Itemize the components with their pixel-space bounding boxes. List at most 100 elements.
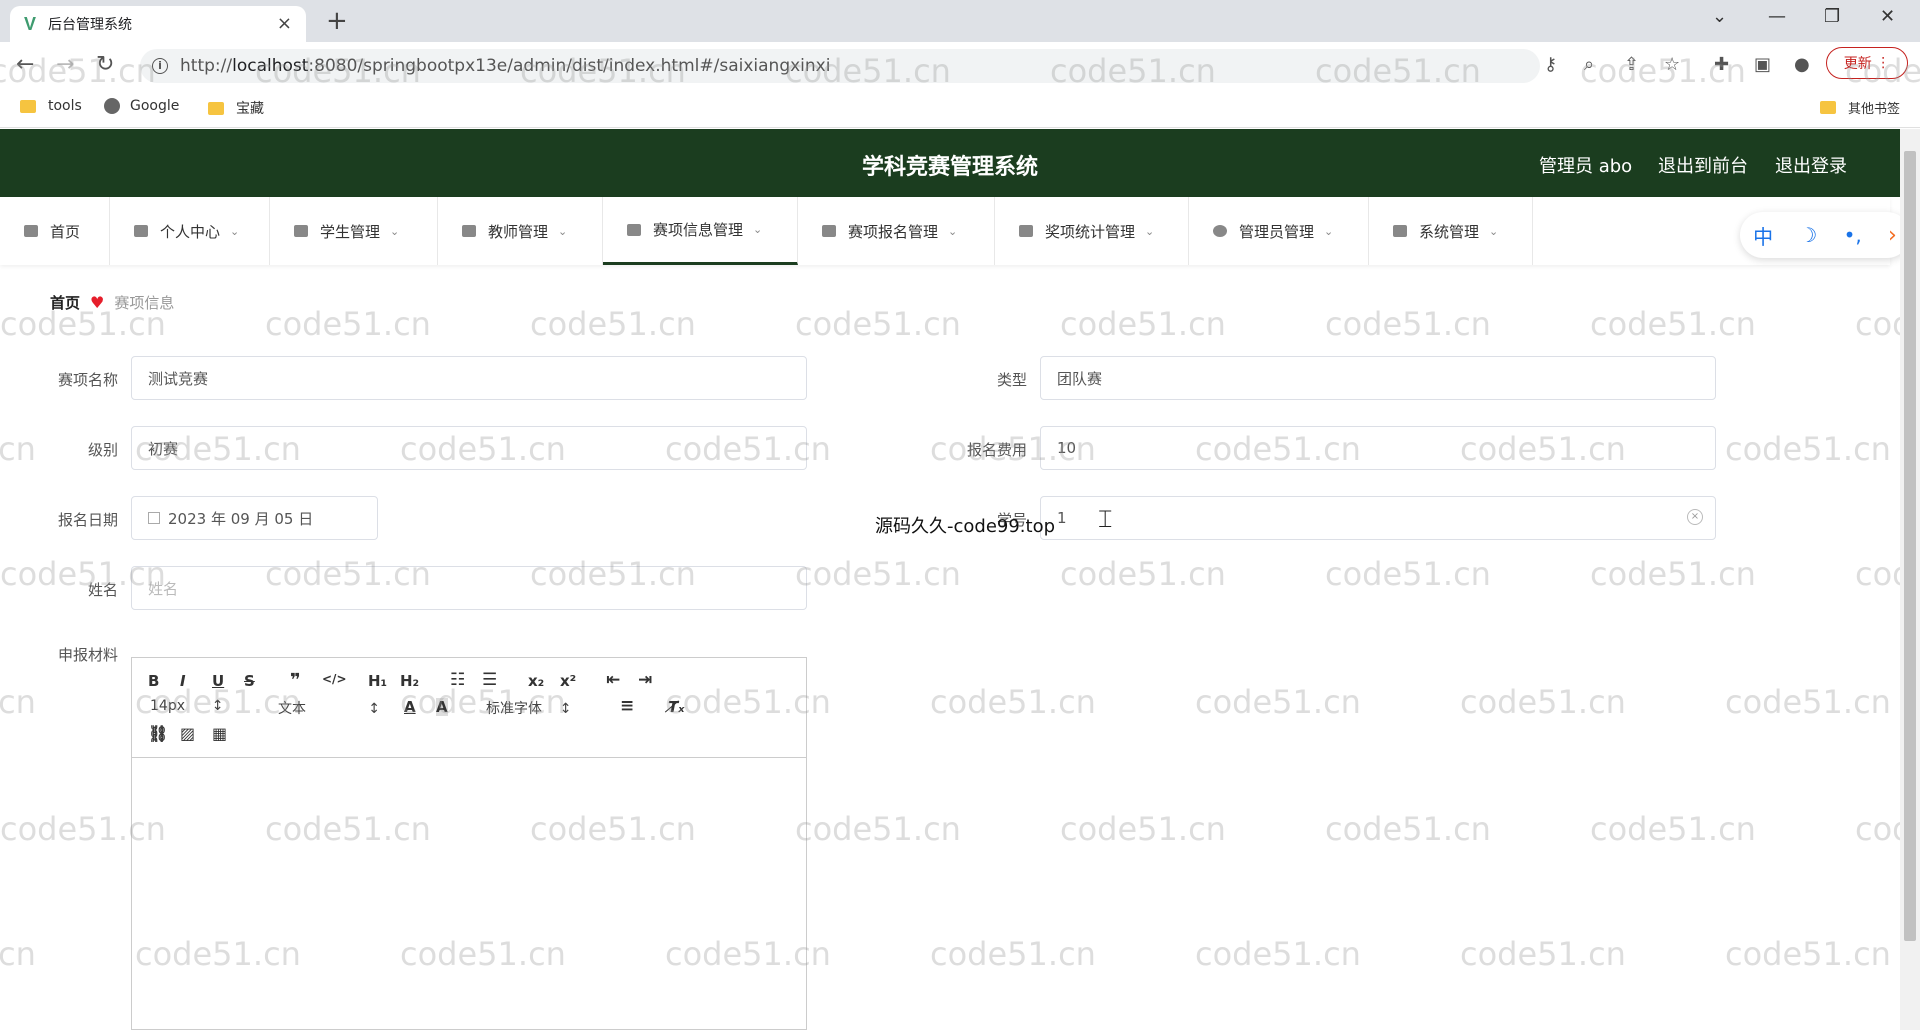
restore-icon[interactable]: ❐ (1824, 6, 1840, 27)
font-size-select[interactable]: 14px ↕ (150, 698, 223, 714)
strikethrough-icon[interactable]: S (244, 672, 255, 690)
back-to-front-link[interactable]: 退出到前台 (1658, 152, 1748, 178)
breadcrumb-home[interactable]: 首页 (50, 292, 80, 313)
toolbox-icon (1393, 225, 1407, 237)
ordered-list-icon[interactable]: ☷ (450, 670, 465, 690)
bookmark-tools[interactable]: tools (20, 98, 82, 114)
material-label: 申报材料 (57, 646, 118, 664)
editor-body[interactable] (132, 758, 806, 1030)
chevron-right-icon[interactable]: › (1888, 223, 1897, 248)
bookmark-google[interactable]: Google (104, 98, 179, 114)
forward-icon[interactable]: → (56, 52, 74, 77)
level-field[interactable]: 初赛 (131, 426, 807, 470)
browser-tab[interactable]: V 后台管理系统 × (10, 6, 306, 42)
close-tab-icon[interactable]: × (277, 13, 292, 34)
indent-icon[interactable]: ⇥ (638, 670, 652, 690)
menu-admin[interactable]: 管理员管理 ⌄ (1189, 197, 1369, 265)
language-widget[interactable]: 中 ☽ •, › (1740, 212, 1910, 258)
type-label: 类型 (996, 371, 1027, 389)
update-button[interactable]: 更新 ⋮ (1826, 47, 1908, 79)
star-icon[interactable]: ☆ (1664, 54, 1680, 75)
chevron-down-icon: ⌄ (390, 224, 400, 238)
menu-personal-center[interactable]: 个人中心 ⌄ (110, 197, 270, 265)
code-block-icon[interactable]: </> (322, 672, 347, 686)
heading2-icon[interactable]: H₂ (400, 672, 419, 690)
punctuation-icon[interactable]: •, (1844, 223, 1862, 247)
menu-event-registration[interactable]: 赛项报名管理 ⌄ (798, 197, 995, 265)
url-prefix: http:// (180, 56, 233, 76)
bullet-list-icon[interactable]: ☰ (482, 670, 497, 690)
align-icon[interactable]: ≡ (620, 696, 634, 716)
chat-icon (462, 225, 476, 237)
student-id-field[interactable]: 1 × (1040, 496, 1716, 540)
bold-icon[interactable]: B (148, 672, 159, 690)
font-family-select[interactable]: 标准字体 ↕ (486, 698, 572, 718)
bookmark-label: Google (130, 98, 180, 114)
briefcase-icon (822, 225, 836, 237)
tab-search-icon[interactable]: ⌄ (1712, 6, 1727, 27)
sidepanel-icon[interactable]: ▣ (1754, 54, 1771, 75)
type-field[interactable]: 团队赛 (1040, 356, 1716, 400)
student-name-field[interactable]: 姓名 (131, 566, 807, 610)
menu-event-info[interactable]: 赛项信息管理 ⌄ (603, 197, 798, 265)
video-icon[interactable]: ▦ (212, 724, 227, 743)
logout-link[interactable]: 退出登录 (1775, 152, 1847, 178)
reload-icon[interactable]: ↻ (96, 52, 114, 77)
link-icon[interactable]: ⛓ (148, 724, 168, 743)
moon-icon[interactable]: ☽ (1799, 223, 1817, 247)
heading1-icon[interactable]: H₁ (368, 672, 387, 690)
menu-student[interactable]: 学生管理 ⌄ (270, 197, 438, 265)
copy-icon (627, 223, 641, 236)
menu-label: 学生管理 (320, 222, 381, 241)
background-color-icon[interactable]: A (436, 698, 448, 716)
menu-award-stats[interactable]: 奖项统计管理 ⌄ (995, 197, 1189, 265)
chevron-down-icon: ⌄ (1145, 224, 1155, 238)
superscript-icon[interactable]: x² (560, 672, 576, 690)
site-info-icon[interactable]: i (152, 58, 168, 74)
menu-teacher[interactable]: 教师管理 ⌄ (438, 197, 603, 265)
update-label: 更新 (1843, 56, 1872, 72)
chinese-lang-icon[interactable]: 中 (1753, 221, 1773, 250)
bookmarks-bar: tools Google 宝藏 其他书签 (0, 90, 1920, 128)
blockquote-icon[interactable]: ❞ (290, 670, 301, 691)
url-input[interactable]: i http://localhost:8080/springbootpx13e/… (140, 49, 1540, 83)
page-scrollbar[interactable] (1900, 129, 1920, 1030)
subscript-icon[interactable]: x₂ (528, 672, 544, 690)
clear-format-icon[interactable]: T̸ₓ (668, 698, 684, 716)
back-icon[interactable]: ← (16, 52, 34, 77)
extensions-icon[interactable]: ✚ (1714, 54, 1729, 75)
menu-home[interactable]: 首页 (0, 197, 110, 265)
home-icon (24, 225, 38, 237)
new-tab-button[interactable]: + (326, 6, 348, 36)
fee-field[interactable]: 10 (1040, 426, 1716, 470)
event-name-field[interactable]: 测试竞赛 (131, 356, 807, 400)
header-select[interactable]: 文本 ↕ (278, 698, 380, 718)
breadcrumb: 首页 ♥ 赛项信息 (50, 292, 174, 313)
bookmark-treasure[interactable]: 宝藏 (208, 98, 264, 118)
share-icon[interactable]: ⇪ (1624, 54, 1639, 75)
student-name-label: 姓名 (87, 581, 118, 599)
folder-icon (1820, 101, 1836, 114)
other-bookmarks[interactable]: 其他书签 (1820, 98, 1900, 117)
folder-icon (208, 101, 224, 115)
key-icon[interactable]: ⚷ (1544, 54, 1557, 75)
settings-icon (1213, 225, 1227, 237)
registration-date-picker[interactable]: 2023 年 09 月 05 日 (131, 496, 378, 540)
outdent-icon[interactable]: ⇤ (606, 670, 620, 690)
student-id-value: 1 (1057, 509, 1067, 527)
menu-system[interactable]: 系统管理 ⌄ (1369, 197, 1533, 265)
text-color-icon[interactable]: A (404, 698, 416, 716)
font-size-value: 14px (150, 698, 185, 714)
zoom-icon[interactable]: ⌕ (1584, 54, 1594, 75)
underline-icon[interactable]: U (212, 672, 224, 690)
font-family-value: 标准字体 (486, 701, 542, 717)
menu-label: 教师管理 (488, 222, 549, 241)
minimize-icon[interactable]: — (1768, 6, 1786, 27)
scrollbar-thumb[interactable] (1904, 151, 1916, 941)
breadcrumb-current: 赛项信息 (114, 294, 175, 312)
window-close-icon[interactable]: ✕ (1880, 6, 1895, 27)
italic-icon[interactable]: I (180, 672, 186, 690)
clear-icon[interactable]: × (1687, 509, 1703, 525)
profile-icon[interactable]: ● (1794, 54, 1810, 75)
image-icon[interactable]: ▨ (180, 724, 195, 743)
